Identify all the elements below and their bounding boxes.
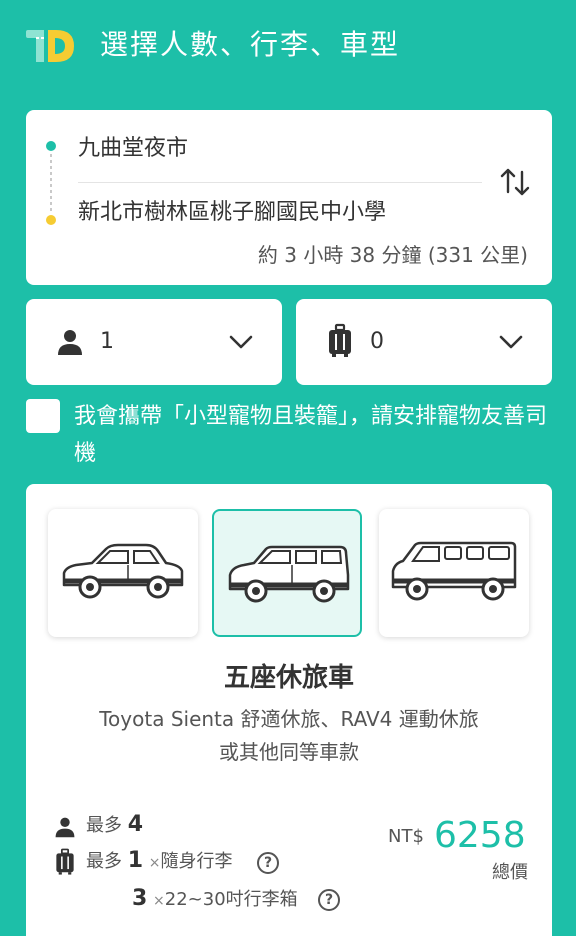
max-passengers-value: 4 <box>127 812 144 837</box>
person-icon <box>55 817 75 838</box>
suitcase-label: 22~30吋行李箱 <box>164 889 298 910</box>
sedan-icon <box>62 543 184 599</box>
luggage-icon <box>329 323 351 357</box>
vehicle-card: 五座休旅車 Toyota Sienta 舒適休旅、RAV4 運動休旅或其他同等車… <box>26 484 552 936</box>
pet-checkbox-label[interactable]: 我會攜帶「小型寵物且裝籠」，請安排寵物友善司機 <box>74 398 554 472</box>
luggage-count: 0 <box>370 329 384 354</box>
destination-dot <box>46 215 56 225</box>
passenger-count: 1 <box>100 329 114 354</box>
page-title: 選擇人數、行李、車型 <box>100 28 401 61</box>
logo-icon <box>26 30 74 62</box>
van-icon <box>391 541 517 601</box>
vehicle-option-suv[interactable] <box>212 509 362 637</box>
vehicle-description: Toyota Sienta 舒適休旅、RAV4 運動休旅或其他同等車款 <box>99 707 479 764</box>
luggage-selector[interactable]: 0 <box>296 299 552 385</box>
price-currency: NT$ <box>388 826 424 847</box>
max-label: 最多 <box>86 815 122 836</box>
destination-field[interactable]: 新北市樹林區桃子腳國民中小學 <box>78 198 386 228</box>
passenger-selector[interactable]: 1 <box>26 299 282 385</box>
luggage-icon <box>56 848 74 875</box>
chevron-down-icon <box>499 335 523 349</box>
chevron-down-icon <box>229 335 253 349</box>
carry-on-label: 隨身行李 <box>160 851 233 872</box>
swap-icon[interactable] <box>498 162 534 202</box>
price-amount: 6258 <box>434 815 526 856</box>
times-sign: × <box>153 893 165 909</box>
pet-checkbox[interactable] <box>26 399 60 433</box>
origin-dot <box>46 141 56 151</box>
route-card: 九曲堂夜市 新北市樹林區桃子腳國民中小學 約 3 小時 38 分鐘 (331 公… <box>26 110 552 285</box>
vehicle-option-sedan[interactable] <box>48 509 198 637</box>
times-sign: × <box>148 855 161 871</box>
carry-on-help-icon[interactable]: ? <box>257 852 279 874</box>
suitcase-spec: 3 ×22~30吋行李箱 <box>132 886 298 914</box>
price-total-label: 總價 <box>492 862 528 883</box>
person-icon <box>58 330 82 355</box>
carry-on-count: 1 <box>127 848 144 873</box>
max-passengers: 最多 4 <box>86 812 143 839</box>
route-summary: 約 3 小時 38 分鐘 (331 公里) <box>257 243 528 267</box>
app-header: 選擇人數、行李、車型 <box>0 0 576 92</box>
suv-icon <box>228 545 350 603</box>
route-connector <box>50 154 52 212</box>
vehicle-name: 五座休旅車 <box>223 663 354 693</box>
suitcase-count: 3 <box>132 886 148 911</box>
vehicle-option-van[interactable] <box>379 509 529 637</box>
route-divider <box>78 182 482 183</box>
origin-field[interactable]: 九曲堂夜市 <box>78 134 188 164</box>
carry-on-spec: 最多 1 ×隨身行李 <box>86 848 233 876</box>
suitcase-help-icon[interactable]: ? <box>318 889 340 911</box>
max-label: 最多 <box>86 851 122 872</box>
